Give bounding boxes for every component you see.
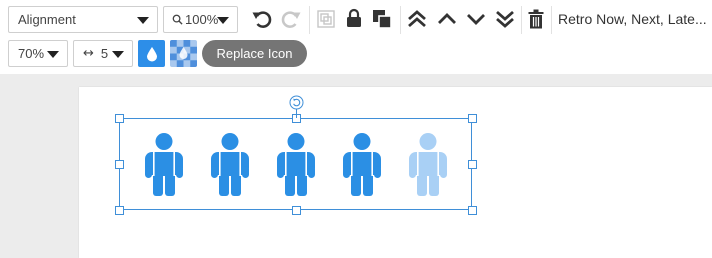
transparency-pattern-icon bbox=[170, 40, 197, 67]
zoom-dropdown-label: 100% bbox=[185, 12, 219, 27]
chevron-down-icon bbox=[137, 17, 149, 24]
fill-color-button[interactable] bbox=[138, 40, 165, 67]
search-icon bbox=[172, 14, 183, 25]
resize-handle-right[interactable] bbox=[468, 160, 477, 169]
bring-to-front-icon[interactable] bbox=[405, 7, 429, 31]
person-icon bbox=[277, 132, 315, 202]
resize-handle-bottom[interactable] bbox=[292, 206, 301, 215]
toolbar: Alignment 100% Retro Now, Next, Late... … bbox=[0, 0, 712, 74]
lock-icon[interactable] bbox=[344, 6, 364, 30]
trash-icon[interactable] bbox=[526, 7, 546, 31]
send-to-back-icon[interactable] bbox=[493, 7, 517, 31]
transparency-button[interactable] bbox=[170, 40, 197, 67]
zoom-dropdown[interactable]: 100% bbox=[163, 6, 238, 33]
toolbar-separator bbox=[551, 6, 552, 34]
rotate-icon[interactable] bbox=[289, 95, 304, 115]
toolbar-separator bbox=[521, 6, 522, 34]
spacing-dropdown[interactable]: ↔ 5 bbox=[73, 40, 133, 67]
duplicate-icon[interactable] bbox=[371, 8, 393, 30]
chevron-down-icon bbox=[112, 51, 124, 58]
person-icon bbox=[211, 132, 249, 202]
retro-font-dropdown[interactable]: Retro Now, Next, Late... bbox=[558, 11, 707, 27]
replace-icon-button[interactable]: Replace Icon bbox=[202, 40, 307, 67]
opacity-dropdown-label: 70% bbox=[18, 46, 45, 61]
toolbar-separator bbox=[309, 6, 310, 34]
person-icon bbox=[343, 132, 381, 202]
chevron-down-icon bbox=[217, 17, 229, 24]
redo-icon[interactable] bbox=[279, 8, 303, 30]
group-icon[interactable] bbox=[315, 8, 337, 30]
resize-handle-top-left[interactable] bbox=[115, 114, 124, 123]
alignment-dropdown[interactable]: Alignment bbox=[8, 6, 158, 33]
bring-forward-icon[interactable] bbox=[435, 7, 459, 31]
spacing-dropdown-label: 5 bbox=[100, 46, 109, 61]
resize-handle-top-right[interactable] bbox=[468, 114, 477, 123]
opacity-dropdown[interactable]: 70% bbox=[8, 40, 68, 67]
resize-handle-bottom-left[interactable] bbox=[115, 206, 124, 215]
resize-handle-left[interactable] bbox=[115, 160, 124, 169]
person-icon bbox=[145, 132, 183, 202]
alignment-dropdown-label: Alignment bbox=[18, 12, 76, 27]
fill-color-icon bbox=[146, 46, 158, 62]
chevron-down-icon bbox=[47, 51, 59, 58]
toolbar-separator bbox=[400, 6, 401, 34]
person-icon bbox=[409, 132, 447, 202]
horizontal-spacing-icon: ↔ bbox=[83, 46, 94, 61]
send-backward-icon[interactable] bbox=[464, 7, 488, 31]
resize-handle-bottom-right[interactable] bbox=[468, 206, 477, 215]
undo-icon[interactable] bbox=[250, 8, 274, 30]
